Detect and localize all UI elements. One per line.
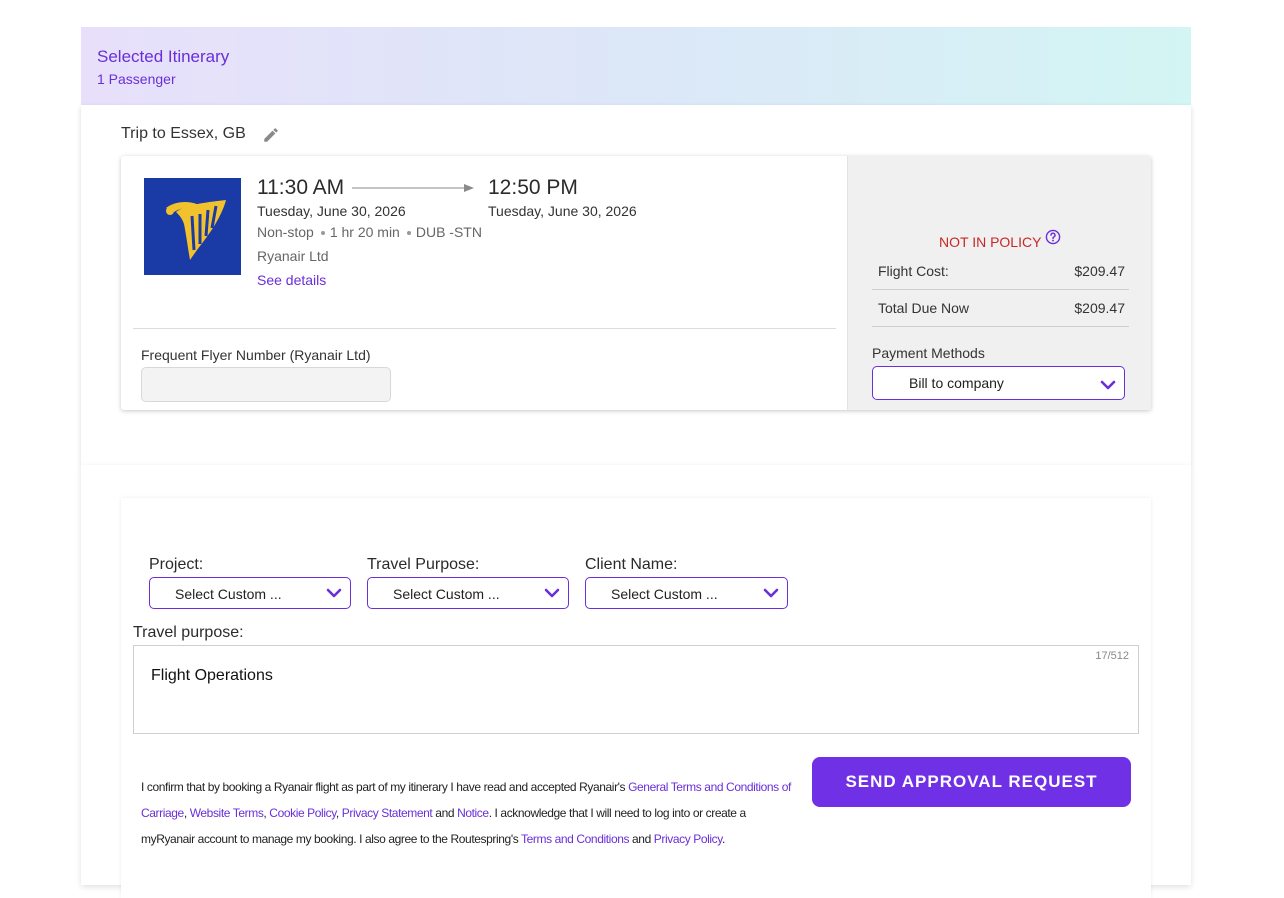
project-select[interactable]: Select Custom ...: [149, 577, 351, 609]
consent-text: I confirm that by booking a Ryanair flig…: [141, 780, 629, 794]
travel-purpose-select-label: Travel Purpose:: [367, 556, 480, 573]
trip-title: Trip to Essex, GB: [121, 125, 246, 142]
chevron-down-icon: [544, 588, 560, 598]
total-due-label: Total Due Now: [878, 300, 970, 316]
stops: Non-stop: [257, 224, 314, 240]
routespring-privacy-link[interactable]: Privacy Policy: [654, 832, 723, 846]
privacy-statement-link[interactable]: Privacy Statement: [342, 806, 433, 820]
duration: 1 hr 20 min: [329, 224, 400, 240]
consent-text: and: [432, 806, 458, 820]
travel-purpose-value: Flight Operations: [151, 667, 273, 684]
website-terms-link[interactable]: Website Terms: [190, 806, 264, 820]
consent-text: .: [722, 832, 725, 846]
booking-form-card: Project: Select Custom ... Travel Purpos…: [81, 465, 1191, 898]
travel-purpose-label: Travel purpose:: [133, 624, 244, 641]
route-arrow-icon: [352, 184, 474, 192]
flight-summary: 11:30 AM 12:50 PM Tuesday, June 30, 2026…: [121, 156, 1151, 410]
project-select-value: Select Custom ...: [175, 586, 282, 602]
itinerary-card: Trip to Essex, GB 11:30 AM 12:50 PM Tues…: [81, 105, 1191, 465]
dot-separator: [320, 231, 325, 236]
project-label: Project:: [149, 556, 204, 573]
routespring-terms-link[interactable]: Terms and Conditions: [521, 832, 629, 846]
departure-time: 11:30 AM: [257, 176, 345, 199]
booking-form: Project: Select Custom ... Travel Purpos…: [121, 498, 1151, 898]
arrival-date: Tuesday, June 30, 2026: [488, 203, 637, 219]
frequent-flyer-input[interactable]: [141, 367, 391, 402]
payment-method-value: Bill to company: [909, 375, 1004, 391]
dot-separator: [406, 231, 411, 236]
flight-cost-row: Flight Cost: $209.47: [872, 253, 1129, 290]
client-name-select-value: Select Custom ...: [611, 586, 718, 602]
total-due-amount: $209.47: [1074, 300, 1125, 316]
chevron-down-icon: [326, 588, 342, 598]
itinerary-title: Selected Itinerary: [97, 47, 230, 66]
terms-consent-text: I confirm that by booking a Ryanair flig…: [141, 774, 801, 852]
payment-methods-label: Payment Methods: [872, 345, 985, 361]
passenger-count: 1 Passenger: [97, 71, 176, 87]
price-panel: NOT IN POLICY Flight Cost: $209.47 Total…: [847, 156, 1151, 410]
question-circle-icon[interactable]: [1045, 229, 1061, 245]
pencil-icon[interactable]: [262, 126, 280, 144]
airline-name: Ryanair Ltd: [257, 248, 329, 264]
policy-status: NOT IN POLICY: [939, 234, 1042, 250]
total-due-row: Total Due Now $209.47: [872, 290, 1129, 327]
flight-cost-amount: $209.47: [1074, 263, 1125, 279]
route: DUB -STN: [415, 224, 482, 240]
chevron-down-icon: [1100, 380, 1116, 390]
travel-purpose-select-value: Select Custom ...: [393, 586, 500, 602]
send-approval-request-button[interactable]: SEND APPROVAL REQUEST: [812, 757, 1131, 807]
notice-link[interactable]: Notice: [457, 806, 489, 820]
divider: [133, 328, 836, 329]
flight-cost-label: Flight Cost:: [878, 263, 949, 279]
cookie-policy-link[interactable]: Cookie Policy: [269, 806, 336, 820]
character-counter: 17/512: [1095, 650, 1129, 662]
travel-purpose-textarea[interactable]: Flight Operations 17/512: [133, 645, 1139, 734]
travel-purpose-select[interactable]: Select Custom ...: [367, 577, 569, 609]
client-name-select[interactable]: Select Custom ...: [585, 577, 788, 609]
consent-text: and: [629, 832, 654, 846]
frequent-flyer-label: Frequent Flyer Number (Ryanair Ltd): [141, 347, 371, 363]
arrival-time: 12:50 PM: [488, 176, 578, 199]
see-details-link[interactable]: See details: [257, 272, 326, 288]
client-name-label: Client Name:: [585, 556, 678, 573]
chevron-down-icon: [763, 588, 779, 598]
departure-date: Tuesday, June 30, 2026: [257, 203, 406, 219]
flight-meta: Non-stop 1 hr 20 min DUB -STN: [257, 224, 482, 240]
airline-logo: [144, 178, 241, 275]
payment-method-select[interactable]: Bill to company: [872, 366, 1125, 400]
itinerary-header: Selected Itinerary 1 Passenger: [81, 27, 1191, 105]
